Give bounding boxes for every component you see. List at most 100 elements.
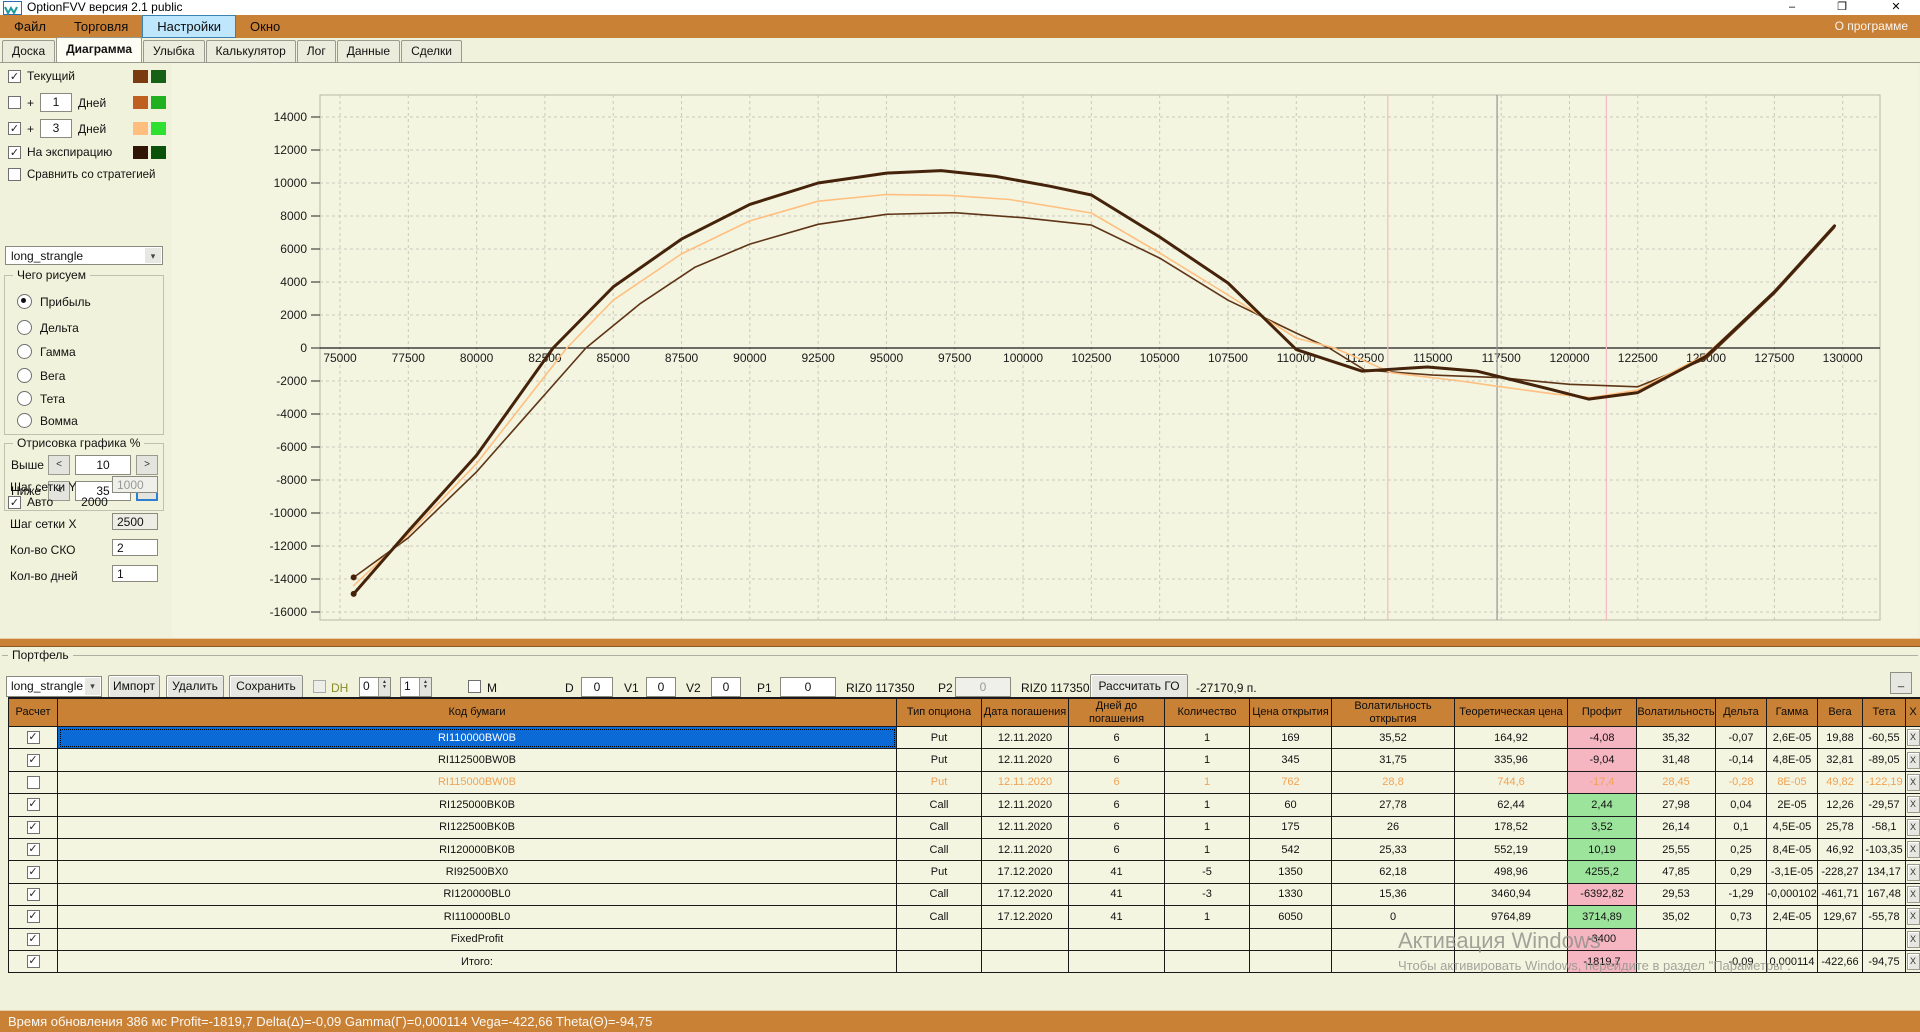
d-input[interactable]: 0 xyxy=(581,677,613,697)
above-decrement-button[interactable]: < xyxy=(48,455,70,475)
column-header-6[interactable]: Цена открытия xyxy=(1250,699,1332,727)
tab-smile[interactable]: Улыбка xyxy=(143,40,205,62)
column-header-3[interactable]: Дата погашения xyxy=(982,699,1069,727)
row-calc-checkbox[interactable]: ✓ xyxy=(26,955,40,969)
tab-calculator[interactable]: Калькулятор xyxy=(205,40,296,62)
menu-file[interactable]: Файл xyxy=(0,15,60,38)
row-delete-button[interactable]: X xyxy=(1906,841,1920,859)
spinner-arrows-icon[interactable]: ▲ ▼ xyxy=(419,678,431,696)
menu-about[interactable]: О программе xyxy=(1823,15,1920,38)
menu-settings[interactable]: Настройки xyxy=(142,15,237,38)
column-header-1[interactable]: Код бумаги xyxy=(58,699,897,727)
days-count-input[interactable]: 1 xyxy=(112,565,158,582)
grid-y-input[interactable]: 1000 xyxy=(112,476,158,493)
row-calc-checkbox[interactable] xyxy=(26,775,40,789)
strategy-dropdown[interactable]: long_strangle ▾ xyxy=(5,246,163,265)
row-delete-button[interactable]: X xyxy=(1906,908,1920,926)
row-calc-checkbox[interactable]: ✓ xyxy=(26,731,40,745)
row-calc-checkbox[interactable]: ✓ xyxy=(26,932,40,946)
row-calc-checkbox[interactable]: ✓ xyxy=(26,910,40,924)
security-code-cell[interactable]: FixedProfit xyxy=(58,928,897,951)
security-code-cell[interactable]: RI122500BK0B xyxy=(58,816,897,839)
import-button[interactable]: Импорт xyxy=(108,675,160,698)
column-header-0[interactable]: Расчет xyxy=(9,699,58,727)
column-header-8[interactable]: Теоретическая цена xyxy=(1455,699,1568,727)
compare-checkbox[interactable] xyxy=(8,168,21,181)
dh-checkbox[interactable] xyxy=(313,680,326,693)
row-delete-button[interactable]: X xyxy=(1906,885,1920,903)
column-header-10[interactable]: Волатильность xyxy=(1637,699,1716,727)
row-delete-button[interactable]: X xyxy=(1906,729,1920,747)
column-header-12[interactable]: Гамма xyxy=(1767,699,1818,727)
column-header-4[interactable]: Дней до погашения xyxy=(1069,699,1165,727)
plus1-days-input[interactable]: 1 xyxy=(40,93,73,112)
security-code-cell[interactable]: RI92500BX0 xyxy=(58,861,897,884)
security-code-cell[interactable]: RI110000BW0B xyxy=(58,727,897,750)
spin1[interactable]: 0 ▲ ▼ xyxy=(359,677,391,697)
row-delete-button[interactable]: X xyxy=(1906,953,1920,971)
security-code-cell[interactable]: RI112500BW0B xyxy=(58,749,897,772)
portfolio-strategy-dropdown[interactable]: long_strangle ▾ xyxy=(6,676,102,697)
column-header-11[interactable]: Дельта xyxy=(1716,699,1767,727)
above-value-input[interactable]: 10 xyxy=(75,455,131,475)
menu-trading[interactable]: Торговля xyxy=(60,15,142,38)
row-calc-checkbox[interactable]: ✓ xyxy=(26,887,40,901)
radio-delta[interactable]: Дельта xyxy=(17,320,79,335)
above-increment-button[interactable]: > xyxy=(136,455,158,475)
horizontal-splitter[interactable] xyxy=(0,638,1920,647)
row-delete-button[interactable]: X xyxy=(1906,930,1920,948)
tab-data[interactable]: Данные xyxy=(336,40,401,62)
row-delete-button[interactable]: X xyxy=(1906,796,1920,814)
menu-window[interactable]: Окно xyxy=(236,15,294,38)
spinner-arrows-icon[interactable]: ▲ ▼ xyxy=(378,678,390,696)
delete-button[interactable]: Удалить xyxy=(166,675,224,698)
p1-input[interactable]: 0 xyxy=(780,677,836,697)
plus3-days-input[interactable]: 3 xyxy=(40,119,73,138)
spin2[interactable]: 1 ▲ ▼ xyxy=(400,677,432,697)
column-header-13[interactable]: Вега xyxy=(1818,699,1863,727)
plus1-checkbox[interactable] xyxy=(8,96,21,109)
row-calc-checkbox[interactable]: ✓ xyxy=(26,843,40,857)
row-calc-checkbox[interactable]: ✓ xyxy=(26,820,40,834)
m-checkbox[interactable] xyxy=(468,680,481,693)
security-code-cell[interactable]: RI120000BL0 xyxy=(58,883,897,907)
tab-diagram[interactable]: Диаграмма xyxy=(56,37,142,62)
sko-count-input[interactable]: 2 xyxy=(112,539,158,556)
security-code-cell[interactable]: RI115000BW0B xyxy=(58,771,897,795)
row-delete-button[interactable]: X xyxy=(1906,773,1920,791)
tab-deals[interactable]: Сделки xyxy=(401,40,462,62)
v2-input[interactable]: 0 xyxy=(711,677,741,697)
column-header-14[interactable]: Тета xyxy=(1863,699,1906,727)
auto-checkbox[interactable]: ✓ xyxy=(8,495,21,509)
v1-input[interactable]: 0 xyxy=(646,677,676,697)
row-calc-checkbox[interactable]: ✓ xyxy=(26,753,40,767)
plus3-checkbox[interactable]: ✓ xyxy=(8,122,21,135)
expiry-checkbox[interactable]: ✓ xyxy=(8,145,21,159)
row-delete-button[interactable]: X xyxy=(1906,818,1920,836)
column-header-15[interactable]: X xyxy=(1906,699,1920,727)
row-delete-button[interactable]: X xyxy=(1906,751,1920,769)
security-code-cell[interactable]: RI110000BL0 xyxy=(58,906,897,929)
radio-vega[interactable]: Вега xyxy=(17,368,65,383)
maximize-button[interactable]: ❐ xyxy=(1822,0,1862,15)
close-button[interactable]: ✕ xyxy=(1876,0,1916,15)
column-header-9[interactable]: Профит xyxy=(1568,699,1637,727)
row-calc-checkbox[interactable]: ✓ xyxy=(26,798,40,812)
row-calc-checkbox[interactable]: ✓ xyxy=(26,865,40,879)
current-checkbox[interactable]: ✓ xyxy=(8,69,21,83)
security-code-cell[interactable]: RI120000BK0B xyxy=(58,838,897,862)
row-delete-button[interactable]: X xyxy=(1906,863,1920,881)
radio-gamma[interactable]: Гамма xyxy=(17,344,76,359)
radio-theta[interactable]: Тета xyxy=(17,391,65,406)
minimize-button[interactable]: – xyxy=(1772,0,1812,15)
grid-x-input[interactable]: 2500 xyxy=(112,513,158,530)
column-header-2[interactable]: Тип опциона xyxy=(897,699,982,727)
save-button[interactable]: Сохранить xyxy=(229,675,303,698)
security-code-cell[interactable]: RI125000BK0B xyxy=(58,794,897,817)
security-code-cell[interactable]: Итого: xyxy=(58,950,897,974)
column-header-7[interactable]: Волатильность открытия xyxy=(1332,699,1455,727)
column-header-5[interactable]: Количество xyxy=(1165,699,1250,727)
tab-board[interactable]: Доска xyxy=(2,40,56,62)
radio-profit[interactable]: Прибыль xyxy=(17,294,91,309)
p2-input[interactable]: 0 xyxy=(955,677,1011,697)
